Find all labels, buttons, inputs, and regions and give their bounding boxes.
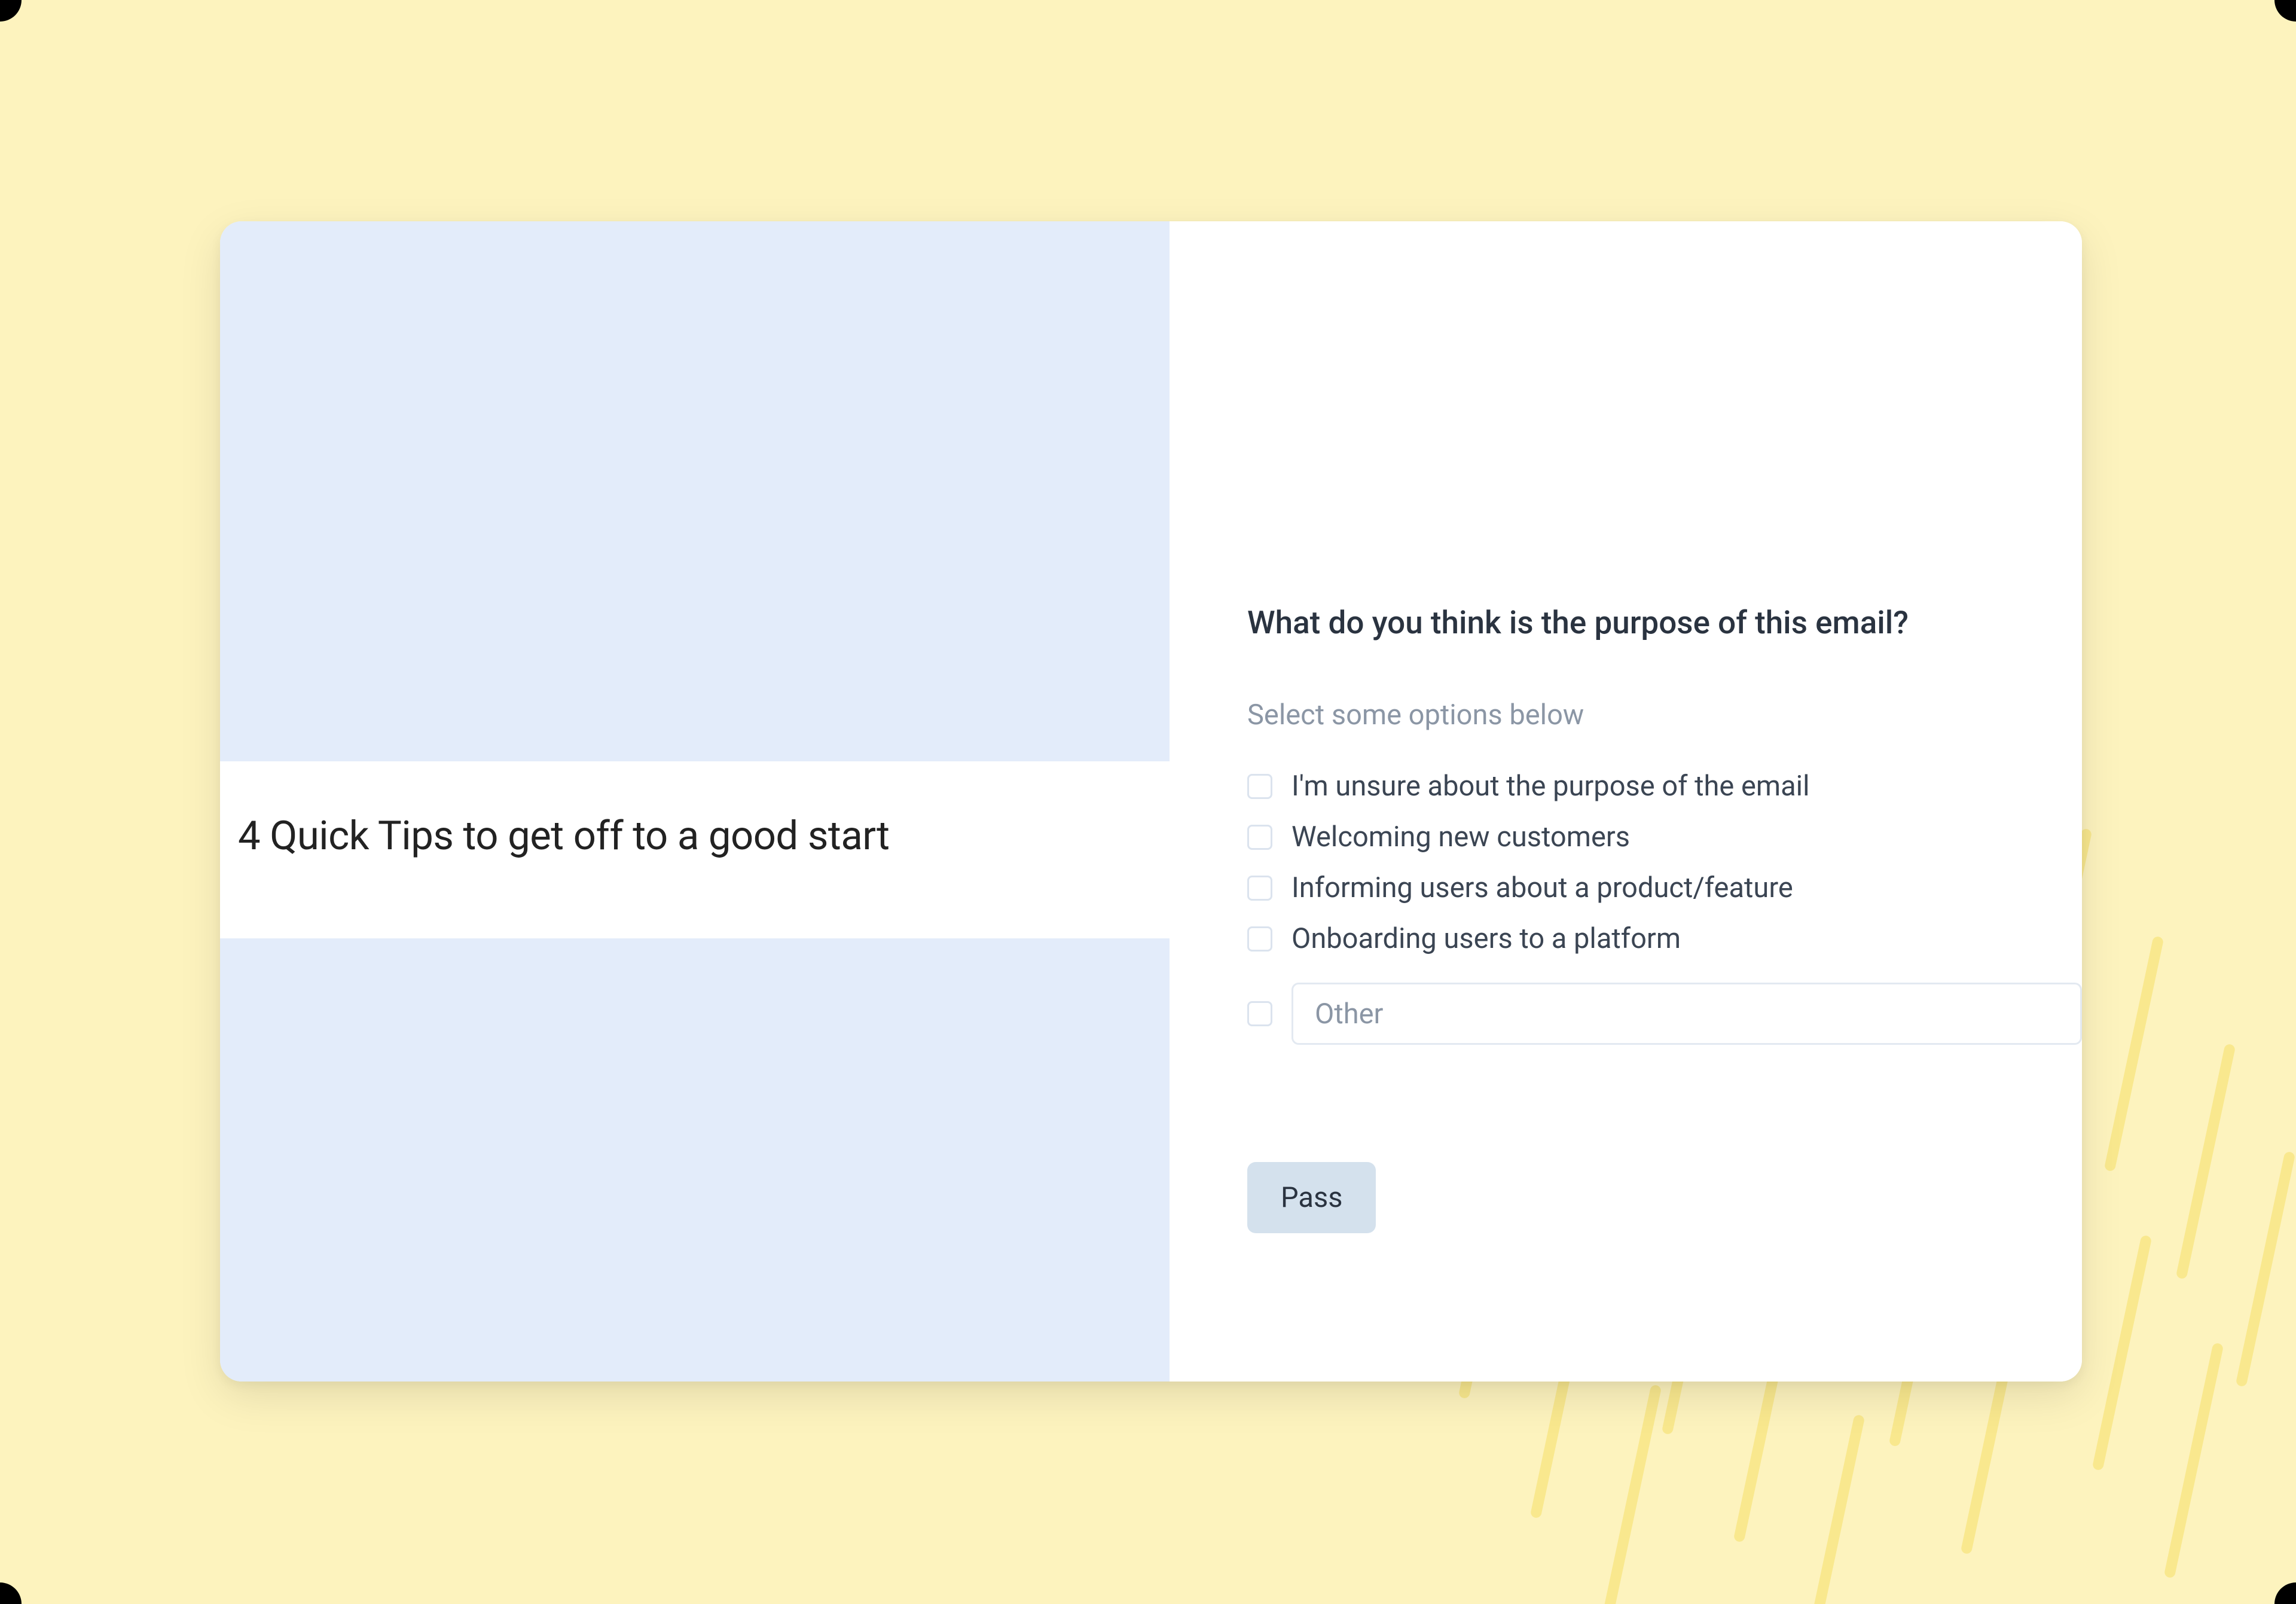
option-row: Welcoming new customers — [1247, 821, 2082, 853]
preview-bottom-band — [220, 938, 1170, 1382]
other-input[interactable] — [1292, 983, 2082, 1045]
option-label: Informing users about a product/feature — [1292, 871, 1793, 904]
option-label: Onboarding users to a platform — [1292, 922, 1681, 955]
corner-decoration — [0, 1582, 22, 1604]
email-preview-pane: 4 Quick Tips to get off to a good start — [220, 221, 1170, 1382]
preview-title-band: 4 Quick Tips to get off to a good start — [220, 761, 1170, 938]
corner-decoration — [2274, 0, 2296, 22]
option-label: I'm unsure about the purpose of the emai… — [1292, 770, 1810, 803]
preview-title: 4 Quick Tips to get off to a good start — [238, 813, 1152, 859]
survey-question: What do you think is the purpose of this… — [1247, 604, 2082, 641]
option-checkbox[interactable] — [1247, 926, 1272, 952]
option-checkbox[interactable] — [1247, 1001, 1272, 1026]
option-checkbox[interactable] — [1247, 825, 1272, 850]
survey-pane: What do you think is the purpose of this… — [1170, 221, 2082, 1382]
survey-subtext: Select some options below — [1247, 699, 2082, 731]
pass-button[interactable]: Pass — [1247, 1162, 1376, 1233]
option-other-row — [1247, 983, 2082, 1045]
option-row: Onboarding users to a platform — [1247, 922, 2082, 955]
option-label: Welcoming new customers — [1292, 821, 1630, 853]
survey-options: I'm unsure about the purpose of the emai… — [1247, 770, 2082, 1045]
option-row: I'm unsure about the purpose of the emai… — [1247, 770, 2082, 803]
option-row: Informing users about a product/feature — [1247, 871, 2082, 904]
corner-decoration — [2274, 1582, 2296, 1604]
survey-card: 4 Quick Tips to get off to a good start … — [220, 221, 2082, 1382]
survey-actions: Pass — [1247, 1162, 2082, 1233]
option-checkbox[interactable] — [1247, 876, 1272, 901]
corner-decoration — [0, 0, 22, 22]
preview-top-band — [220, 221, 1170, 761]
option-checkbox[interactable] — [1247, 774, 1272, 799]
